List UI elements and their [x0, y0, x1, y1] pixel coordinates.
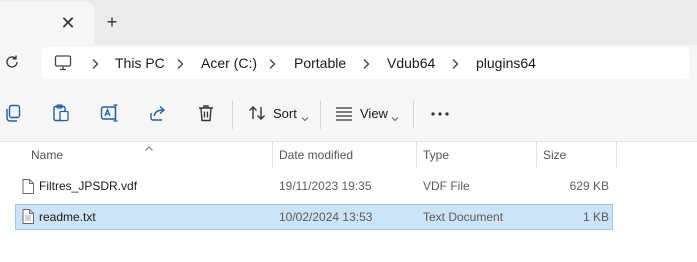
refresh-icon[interactable] [4, 54, 22, 72]
close-tab-icon[interactable]: ✕ [58, 12, 78, 34]
file-date-modified: 19/11/2023 19:35 [279, 179, 372, 193]
new-tab-icon[interactable]: + [102, 11, 122, 33]
file-date-modified: 10/02/2024 13:53 [279, 210, 373, 224]
file-name: Filtres_JPSDR.vdf [39, 179, 138, 193]
share-icon[interactable] [148, 103, 170, 125]
chevron-right-icon[interactable] [267, 57, 277, 69]
breadcrumb-vdub64[interactable]: Vdub64 [387, 47, 435, 79]
column-header-date-modified[interactable]: Date modified [279, 142, 353, 168]
more-options-icon[interactable] [429, 103, 451, 125]
address-row: This PC Acer (C:) Portable Vdub64 plugin… [0, 45, 697, 87]
toolbar-divider [320, 101, 321, 129]
chevron-down-icon[interactable] [391, 109, 399, 122]
column-divider[interactable] [536, 142, 537, 168]
file-row-selected[interactable]: readme.txt 10/02/2024 13:53 Text Documen… [15, 204, 613, 230]
tab-active[interactable]: ✕ [0, 2, 94, 45]
delete-icon[interactable] [196, 103, 218, 125]
column-divider[interactable] [616, 142, 617, 168]
command-bar: Sort View [0, 87, 697, 142]
column-header-name[interactable]: Name [31, 142, 63, 168]
column-divider[interactable] [272, 142, 273, 168]
breadcrumb-this-pc[interactable]: This PC [115, 47, 165, 79]
address-bar[interactable]: This PC Acer (C:) Portable Vdub64 plugin… [42, 47, 689, 79]
file-type: Text Document [423, 210, 504, 224]
paste-icon[interactable] [51, 103, 73, 125]
view-button[interactable]: View [360, 104, 388, 124]
column-header-type[interactable]: Type [423, 142, 449, 168]
file-type: VDF File [423, 179, 470, 193]
view-icon[interactable] [334, 103, 356, 125]
sort-button[interactable]: Sort [273, 104, 297, 124]
sort-ascending-icon [144, 140, 154, 151]
rename-icon[interactable] [100, 103, 122, 125]
tab-strip: ✕ + [0, 0, 697, 45]
chevron-right-icon[interactable] [90, 57, 100, 69]
breadcrumb-plugins64[interactable]: plugins64 [476, 47, 536, 79]
chevron-down-icon[interactable] [301, 109, 309, 122]
toolbar-divider [232, 101, 233, 129]
column-header-row: Name Date modified Type Size [0, 142, 697, 168]
file-icon [22, 179, 34, 194]
this-pc-icon[interactable] [54, 55, 72, 71]
chevron-right-icon[interactable] [175, 57, 185, 69]
breadcrumb-portable[interactable]: Portable [294, 47, 346, 79]
column-header-size[interactable]: Size [543, 142, 566, 168]
file-row[interactable]: Filtres_JPSDR.vdf 19/11/2023 19:35 VDF F… [15, 174, 613, 200]
column-divider[interactable] [416, 142, 417, 168]
chevron-right-icon[interactable] [361, 57, 371, 69]
file-name: readme.txt [39, 210, 96, 224]
copy-icon[interactable] [4, 103, 26, 125]
breadcrumb-drive-c[interactable]: Acer (C:) [201, 47, 257, 79]
text-file-icon [22, 209, 34, 224]
file-size: 1 KB [582, 210, 609, 224]
file-size: 629 KB [569, 179, 609, 193]
toolbar-divider [413, 101, 414, 129]
sort-icon[interactable] [247, 103, 269, 125]
chevron-right-icon[interactable] [450, 57, 460, 69]
